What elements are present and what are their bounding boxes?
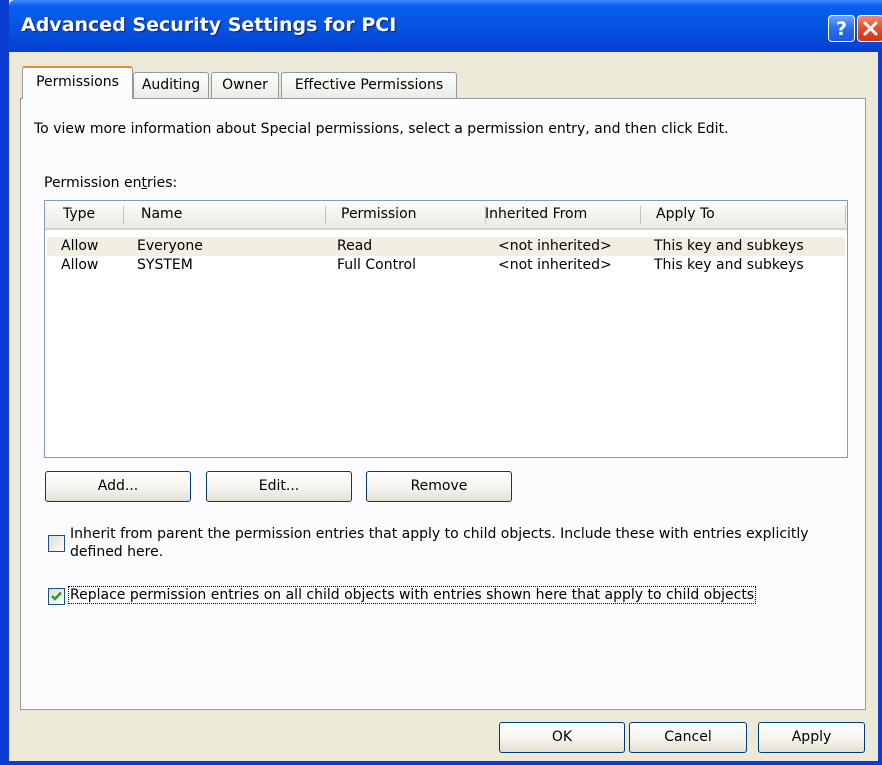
replace-checkbox-label[interactable]: Replace permission entries on all child … xyxy=(68,586,757,604)
cell-permission: Full Control xyxy=(337,257,416,273)
apply-button-label: Apply xyxy=(791,729,832,745)
tab-owner-label: Owner xyxy=(222,77,268,93)
edit-button[interactable]: Edit... xyxy=(206,471,352,502)
cell-name: SYSTEM xyxy=(137,257,193,273)
window-title: Advanced Security Settings for PCI xyxy=(21,14,397,36)
edit-button-label: Edit... xyxy=(258,478,300,494)
close-button[interactable] xyxy=(857,15,882,42)
table-row[interactable]: Allow Everyone Read <not inherited> This… xyxy=(47,237,845,256)
replace-checkbox[interactable] xyxy=(48,588,65,605)
remove-button-label: Remove xyxy=(410,478,468,494)
close-icon xyxy=(863,21,878,36)
tab-effective-permissions-label: Effective Permissions xyxy=(294,77,444,93)
inherit-label-line1: Inherit from parent the permission entri… xyxy=(70,526,809,542)
cell-type: Allow xyxy=(61,238,99,254)
help-button[interactable]: ? xyxy=(828,15,855,42)
column-header-type[interactable]: Type xyxy=(63,201,95,228)
tab-permissions-label: Permissions xyxy=(36,74,119,90)
column-header-name[interactable]: Name xyxy=(141,201,182,228)
add-button-label: Add... xyxy=(97,478,139,494)
permission-entries-label: Permission entries: xyxy=(44,175,178,191)
add-button[interactable]: Add... xyxy=(45,471,191,502)
tab-owner[interactable]: Owner xyxy=(211,72,279,98)
cell-inherited-from: <not inherited> xyxy=(498,238,612,254)
tab-auditing[interactable]: Auditing xyxy=(133,72,209,98)
cell-type: Allow xyxy=(61,257,99,273)
cell-apply-to: This key and subkeys xyxy=(654,238,804,254)
table-row[interactable]: Allow SYSTEM Full Control <not inherited… xyxy=(47,256,845,275)
column-header-permission[interactable]: Permission xyxy=(341,201,417,228)
column-header-inherited-from[interactable]: Inherited From xyxy=(485,201,587,228)
cell-inherited-from: <not inherited> xyxy=(498,257,612,273)
column-divider[interactable] xyxy=(123,206,124,224)
inherit-checkbox[interactable] xyxy=(48,535,65,552)
list-header: Type Name Permission Inherited From Appl… xyxy=(45,201,847,230)
cell-name: Everyone xyxy=(137,238,203,254)
cancel-button[interactable]: Cancel xyxy=(629,722,747,753)
ok-button[interactable]: OK xyxy=(499,722,625,753)
remove-button[interactable]: Remove xyxy=(366,471,512,502)
inherit-checkbox-label[interactable]: Inherit from parent the permission entri… xyxy=(70,525,850,561)
inherit-label-line2: defined here. xyxy=(70,544,164,560)
tab-auditing-label: Auditing xyxy=(141,77,201,93)
info-text: To view more information about Special p… xyxy=(34,121,729,137)
cell-permission: Read xyxy=(337,238,373,254)
cancel-button-label: Cancel xyxy=(664,729,712,745)
checkmark-icon xyxy=(51,591,62,601)
ok-button-label: OK xyxy=(551,729,573,745)
column-divider[interactable] xyxy=(640,206,641,224)
permission-entries-list[interactable]: Type Name Permission Inherited From Appl… xyxy=(44,200,848,458)
replace-label-text: Replace permission entries on all child … xyxy=(68,586,757,604)
tab-permissions[interactable]: Permissions xyxy=(22,66,133,99)
column-divider[interactable] xyxy=(325,206,326,224)
cell-apply-to: This key and subkeys xyxy=(654,257,804,273)
help-icon: ? xyxy=(835,17,848,40)
tab-effective-permissions[interactable]: Effective Permissions xyxy=(281,72,457,98)
column-divider[interactable] xyxy=(845,206,846,224)
apply-button[interactable]: Apply xyxy=(758,722,865,753)
column-header-apply-to[interactable]: Apply To xyxy=(656,201,715,228)
title-bar[interactable]: Advanced Security Settings for PCI ? xyxy=(9,0,882,52)
